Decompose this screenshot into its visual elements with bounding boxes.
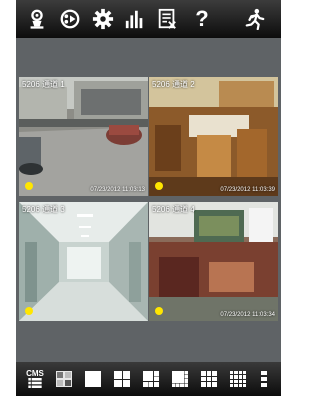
channel-1-recording-indicator (25, 182, 33, 190)
nine-view-icon (201, 371, 217, 387)
sixteen-view-icon (230, 371, 246, 387)
camera-4-feed (149, 202, 278, 321)
channel-2-recording-indicator (155, 182, 163, 190)
exit-running-icon[interactable] (240, 3, 270, 35)
more-view-button[interactable] (256, 367, 274, 391)
document-list-icon[interactable] (152, 3, 182, 35)
six-view-button[interactable] (140, 367, 162, 391)
channel-4-recording-indicator (155, 307, 163, 315)
single-view-button[interactable] (82, 367, 104, 391)
channel-1-timestamp: 07/23/2012 11:03:13 (90, 187, 145, 193)
signal-bars-icon[interactable] (120, 3, 150, 35)
cms-button[interactable]: CMS (24, 367, 46, 391)
channel-1-view[interactable]: 5206 通道 1 07/23/2012 11:03:13 (19, 77, 148, 196)
media-playback-icon[interactable] (55, 3, 85, 35)
help-icon[interactable]: ? (187, 3, 217, 35)
channel-2-view[interactable]: 5206 通道 2 07/23/2012 11:03:39 (149, 77, 278, 196)
channel-3-label: 5206 通道 3 (22, 205, 65, 214)
split-view-icon (56, 371, 72, 387)
channel-2-timestamp: 07/23/2012 11:03:39 (220, 187, 275, 193)
single-view-icon (85, 371, 101, 387)
cms-icon (28, 378, 42, 388)
channel-1-label: 5206 通道 1 (22, 80, 65, 89)
camera-2-feed (149, 77, 278, 196)
channel-4-label: 5206 通道 4 (152, 205, 195, 214)
eight-view-icon (172, 371, 188, 387)
nine-view-button[interactable] (198, 367, 220, 391)
channel-4-view[interactable]: 5206 通道 4 07/23/2012 11:03:34 (149, 202, 278, 321)
sixteen-view-button[interactable] (227, 367, 249, 391)
bottom-toolbar: CMS (16, 362, 281, 396)
camera-1-feed (19, 77, 148, 196)
channel-2-label: 5206 通道 2 (152, 80, 195, 89)
channel-3-view[interactable]: 5206 通道 3 (19, 202, 148, 321)
app-window: ? 5206 通道 1 07/23/2012 11:03:13 5206 通道 … (16, 0, 281, 396)
channel-4-timestamp: 07/23/2012 11:03:34 (220, 312, 275, 318)
quad-view-icon (114, 371, 130, 387)
channel-3-recording-indicator (25, 307, 33, 315)
quad-view-button[interactable] (111, 367, 133, 391)
more-view-icon (261, 371, 267, 387)
eight-view-button[interactable] (169, 367, 191, 391)
cms-label: CMS (26, 369, 44, 378)
split-view-button[interactable] (53, 367, 75, 391)
camera-3-feed (19, 202, 148, 321)
top-toolbar: ? (16, 0, 281, 38)
ptz-control-icon[interactable] (22, 3, 52, 35)
settings-gear-icon[interactable] (88, 3, 118, 35)
six-view-icon (143, 371, 159, 387)
